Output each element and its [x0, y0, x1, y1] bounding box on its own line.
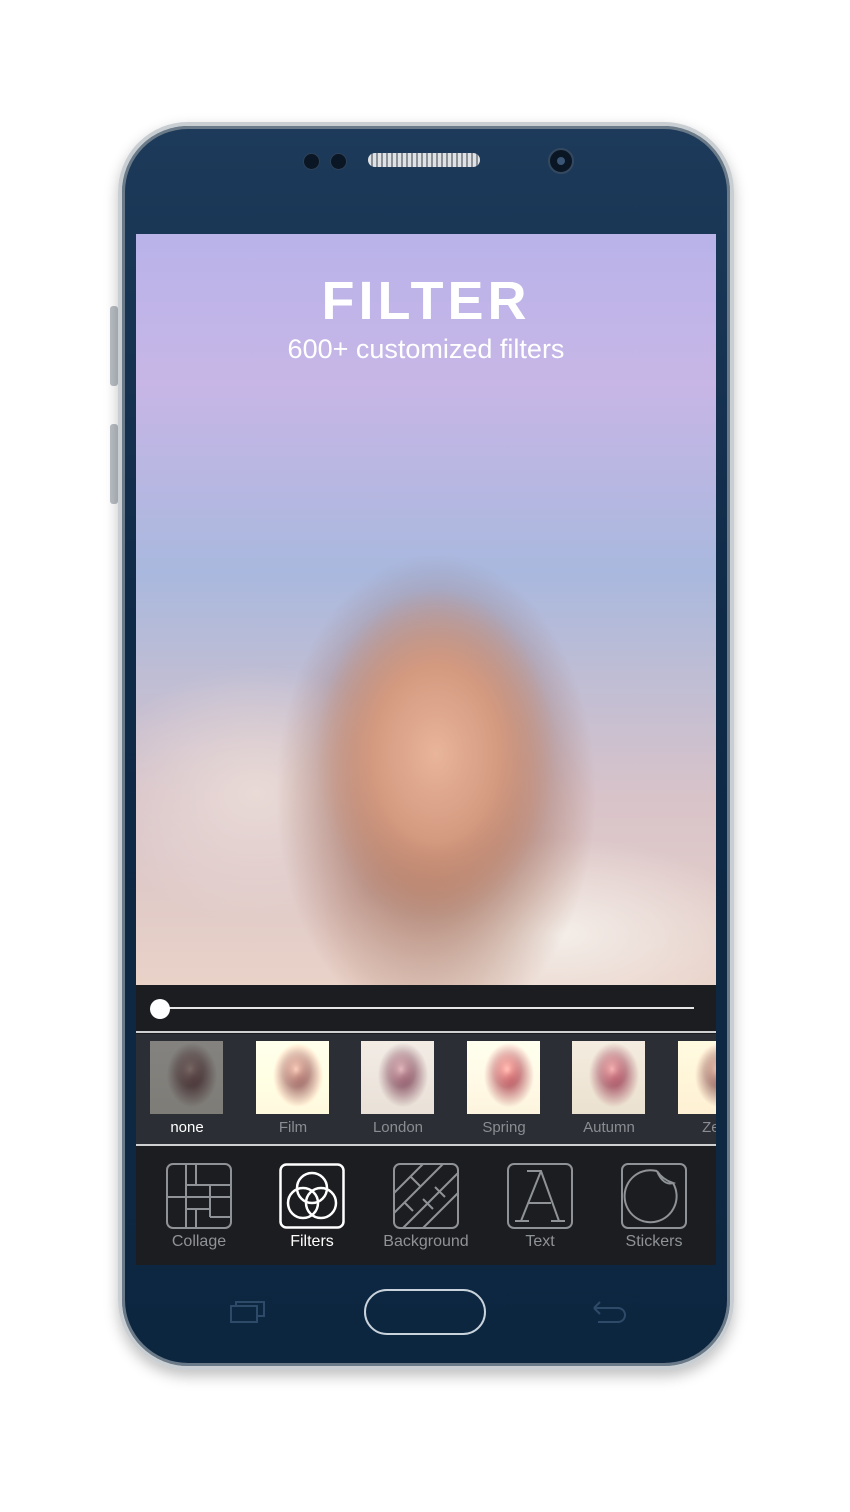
text-icon: [507, 1163, 573, 1229]
promo-subtitle: 600+ customized filters: [287, 334, 565, 364]
filter-film[interactable]: Film: [256, 1041, 330, 1136]
promo-title: FILTER: [321, 271, 531, 331]
filter-spring[interactable]: Spring: [467, 1041, 541, 1136]
volume-up-button: [110, 306, 118, 386]
filter-label: Zep: [702, 1119, 716, 1136]
divider: [136, 1144, 716, 1146]
filter-label: Spring: [482, 1119, 526, 1136]
bottom-toolbar: Collage Filters Background Text Stickers: [136, 1147, 716, 1265]
recent-apps-icon: [230, 1301, 265, 1323]
filter-thumbnail: [256, 1041, 329, 1114]
tool-background[interactable]: Background: [376, 1163, 476, 1251]
filter-thumbnail: [361, 1041, 434, 1114]
filter-thumbnail: [572, 1041, 645, 1114]
filters-icon: [279, 1163, 345, 1229]
background-icon: [393, 1163, 459, 1229]
photo-preview: FILTER 600+ customized filters: [136, 234, 716, 985]
sensor-icon: [330, 153, 347, 170]
home-button: [364, 1289, 486, 1335]
filter-thumbnail: [150, 1041, 223, 1114]
collage-icon: [166, 1163, 232, 1229]
front-camera-icon: [548, 148, 574, 174]
filter-autumn[interactable]: Autumn: [572, 1041, 646, 1136]
filter-none[interactable]: none: [150, 1041, 224, 1136]
tool-filters[interactable]: Filters: [262, 1163, 362, 1251]
filter-zep[interactable]: Zep: [678, 1041, 716, 1136]
tool-collage[interactable]: Collage: [149, 1163, 249, 1251]
tool-label: Collage: [171, 1233, 227, 1250]
filter-label: London: [372, 1119, 424, 1136]
filter-thumbnail: [467, 1041, 540, 1114]
filter-label: none: [170, 1119, 204, 1136]
filter-strip[interactable]: none Film London Spring Autumn Zep: [136, 1034, 716, 1144]
tool-stickers[interactable]: Stickers: [604, 1163, 704, 1251]
tool-label: Background: [383, 1233, 469, 1250]
filter-label: Film: [278, 1119, 308, 1136]
back-icon: [593, 1301, 626, 1323]
filter-thumbnail: [678, 1041, 716, 1114]
tool-label: Stickers: [625, 1233, 683, 1250]
filter-label: Autumn: [583, 1119, 635, 1136]
slider-thumb[interactable]: [150, 999, 170, 1019]
filter-intensity-slider[interactable]: [136, 985, 716, 1032]
divider: [136, 1031, 716, 1033]
volume-down-button: [110, 424, 118, 504]
tool-text[interactable]: Text: [490, 1163, 590, 1251]
tool-label: Text: [525, 1233, 555, 1250]
app-screen: FILTER 600+ customized filters none Film…: [136, 234, 716, 1265]
filter-london[interactable]: London: [361, 1041, 435, 1136]
sensor-icon: [303, 153, 320, 170]
slider-track[interactable]: [158, 1007, 694, 1009]
speaker-grille: [368, 153, 480, 167]
stickers-icon: [621, 1163, 687, 1229]
tool-label: Filters: [290, 1233, 334, 1250]
